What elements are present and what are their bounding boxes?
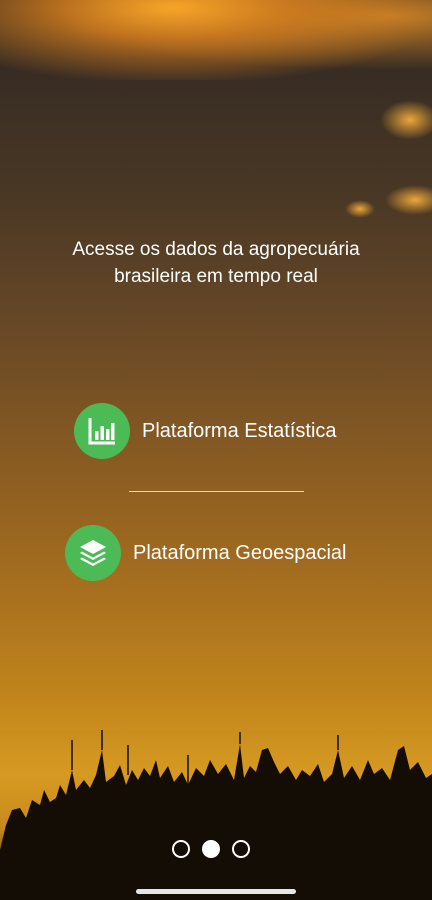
page-dot-1[interactable]	[172, 840, 190, 858]
divider	[129, 491, 304, 492]
statistical-platform-label: Plataforma Estatística	[142, 419, 337, 442]
sky-clouds	[0, 0, 432, 80]
cloud-glow	[385, 185, 432, 215]
page-dot-2-active[interactable]	[202, 840, 220, 858]
treeline-silhouette	[0, 730, 432, 900]
bar-chart-icon	[74, 403, 130, 459]
statistical-platform-button[interactable]: Plataforma Estatística	[74, 403, 337, 459]
page-dot-3[interactable]	[232, 840, 250, 858]
headline-text: Acesse os dados da agropecuária brasilei…	[72, 239, 360, 287]
layers-icon	[65, 525, 121, 581]
cloud-glow	[345, 200, 375, 218]
geospatial-platform-button[interactable]: Plataforma Geoespacial	[65, 525, 346, 581]
geospatial-platform-label: Plataforma Geoespacial	[133, 541, 347, 564]
onboarding-screen: Acesse os dados da agropecuária brasilei…	[0, 0, 432, 900]
page-indicator	[172, 840, 250, 858]
cloud-glow	[380, 100, 432, 140]
home-indicator[interactable]	[136, 889, 296, 894]
